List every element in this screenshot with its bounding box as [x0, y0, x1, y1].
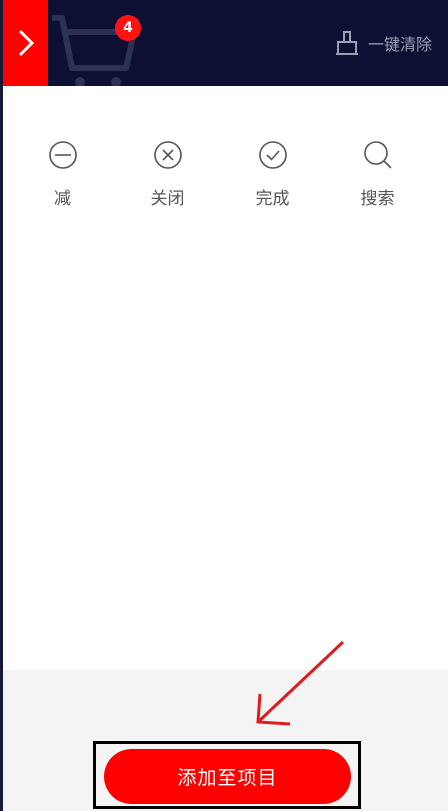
check-circle-icon [258, 141, 287, 169]
search-action[interactable]: 搜索 [325, 140, 430, 209]
broom-icon [335, 31, 358, 55]
complete-action[interactable]: 完成 [220, 140, 325, 209]
complete-action-label: 完成 [255, 189, 290, 209]
search-icon [363, 141, 392, 169]
close-circle-icon [153, 141, 182, 169]
action-toolbar: 减 关闭 完成 搜索 [10, 140, 430, 209]
close-action-label: 关闭 [150, 189, 185, 209]
add-to-project-button[interactable]: 添加至项目 [104, 749, 351, 804]
chevron-right-icon [18, 29, 34, 57]
search-action-label: 搜索 [360, 189, 395, 209]
clear-all-button[interactable]: 一键清除 [334, 28, 432, 58]
collapse-panel-button[interactable] [3, 0, 48, 86]
close-action[interactable]: 关闭 [115, 140, 220, 209]
minus-action[interactable]: 减 [10, 140, 115, 209]
minus-action-label: 减 [54, 189, 71, 209]
minus-circle-icon [48, 141, 77, 169]
cart-count-badge: 4 [115, 15, 141, 41]
clear-all-label: 一键清除 [367, 35, 432, 54]
